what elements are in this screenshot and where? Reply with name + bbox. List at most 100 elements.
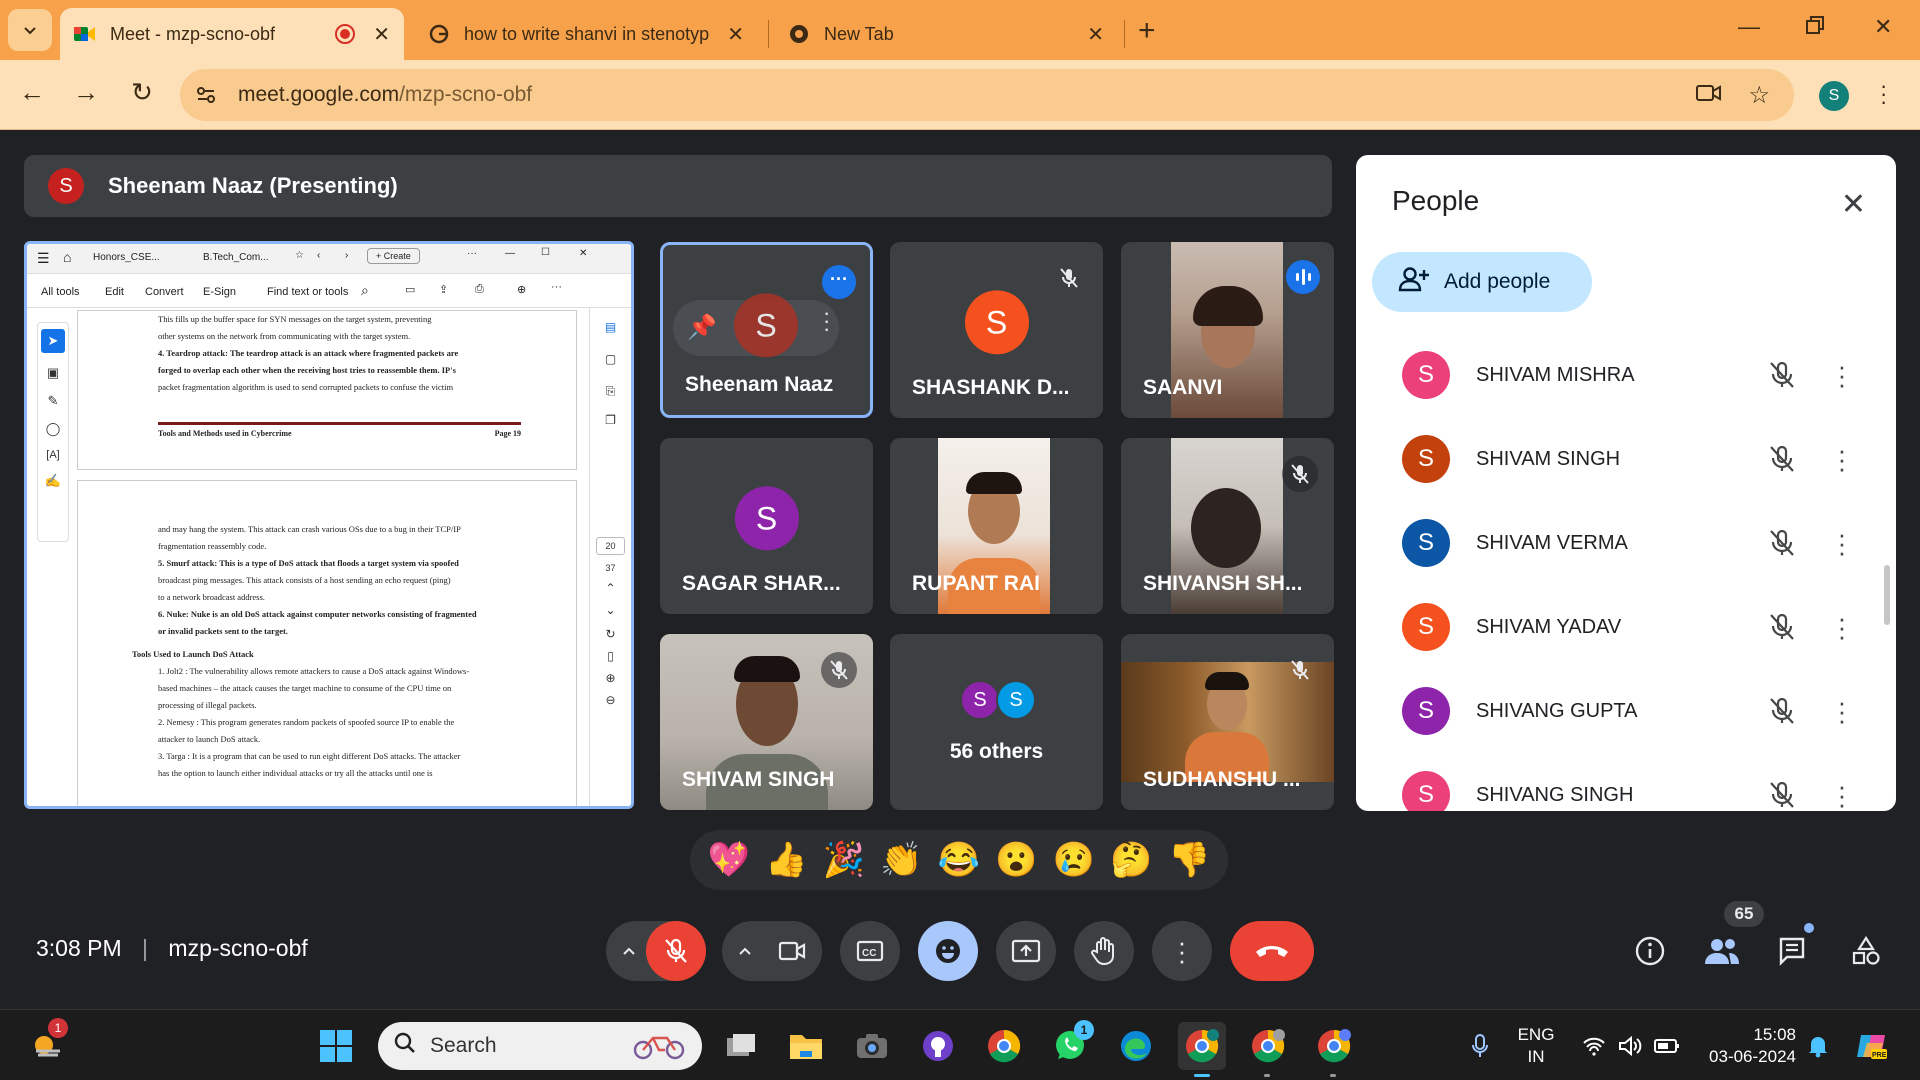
sparkling-heart-reaction[interactable]: 💖 — [708, 843, 750, 877]
reactions-button[interactable] — [918, 921, 978, 981]
more-options-icon[interactable]: · · · — [1832, 689, 1852, 733]
thumbs-down-reaction[interactable]: 👎 — [1168, 843, 1210, 877]
mic-toggle-button[interactable] — [646, 921, 706, 981]
people-list-item[interactable]: S SHIVANG SINGH · · · — [1372, 753, 1872, 811]
whatsapp-button[interactable]: 1 — [1046, 1020, 1094, 1070]
system-tray-quick-settings[interactable] — [1576, 1022, 1686, 1070]
new-tab-plus-icon[interactable]: + — [1138, 14, 1156, 48]
task-view-button[interactable] — [717, 1022, 765, 1070]
taskbar-search-box[interactable]: Search — [378, 1022, 702, 1070]
notifications-button[interactable] — [1794, 1022, 1842, 1070]
forward-arrow-icon[interactable]: → — [68, 77, 104, 108]
people-list-item[interactable]: S SHIVAM MISHRA · · · — [1372, 333, 1872, 417]
svg-text:PRE: PRE — [1872, 1052, 1887, 1059]
raise-hand-icon — [1091, 937, 1114, 966]
chat-button[interactable] — [1772, 929, 1816, 973]
leave-call-button[interactable] — [1230, 921, 1314, 981]
surprised-reaction[interactable]: 😮 — [995, 843, 1037, 877]
weather-widget[interactable]: 1 — [24, 1018, 72, 1070]
clapping-reaction[interactable]: 👏 — [880, 843, 922, 877]
people-list-item[interactable]: S SHIVAM VERMA · · · — [1372, 501, 1872, 585]
participant-tile-sagar[interactable]: S SAGAR SHAR... — [660, 438, 873, 614]
raise-hand-button[interactable] — [1074, 921, 1134, 981]
back-arrow-icon[interactable]: ← — [14, 77, 50, 108]
close-tab-icon[interactable]: ✕ — [373, 22, 390, 47]
copilot-button[interactable]: PRE — [1848, 1022, 1896, 1070]
people-list: S SHIVAM MISHRA · · · S SHIVAM SINGH · · · S… — [1356, 333, 1896, 811]
tab-meet[interactable]: Meet - mzp-scno-obf ✕ — [60, 8, 404, 60]
people-button[interactable] — [1700, 929, 1744, 973]
chrome-profile-button-2[interactable] — [1244, 1022, 1292, 1077]
participant-tile-rupant[interactable]: RUPANT RAI — [890, 438, 1103, 614]
person-avatar: S — [1402, 687, 1450, 735]
tab-google-search[interactable]: how to write shanvi in stenotyp ✕ — [414, 8, 758, 60]
close-tab-icon[interactable]: ✕ — [1087, 22, 1104, 47]
participant-tile-saanvi[interactable]: SAANVI — [1121, 242, 1334, 418]
people-list-item[interactable]: S SHIVAM YADAV · · · — [1372, 585, 1872, 669]
thinking-reaction[interactable]: 🤔 — [1110, 843, 1152, 877]
chrome-profile-button-active[interactable] — [1178, 1022, 1226, 1077]
tile-more-button[interactable]: ··· — [822, 265, 856, 299]
start-button[interactable] — [312, 1022, 360, 1070]
bookmark-star-icon[interactable]: ☆ — [1748, 81, 1770, 110]
language-indicator[interactable]: ENG IN — [1508, 1024, 1564, 1068]
edge-button[interactable] — [1112, 1022, 1160, 1070]
captions-button[interactable]: CC — [840, 921, 900, 981]
tab-search-button[interactable] — [8, 9, 52, 51]
github-button[interactable] — [914, 1022, 962, 1070]
language-code: ENG — [1517, 1025, 1555, 1044]
close-panel-icon[interactable]: ✕ — [1841, 187, 1866, 222]
crying-reaction[interactable]: 😢 — [1053, 843, 1095, 877]
presentation-screen[interactable]: ☰ ⌂ Honors_CSE... B.Tech_Com... ☆ ‹ › + … — [24, 241, 634, 809]
file-explorer-button[interactable] — [782, 1022, 830, 1070]
more-options-button[interactable]: · · · — [1152, 921, 1212, 981]
camera-toggle-button[interactable] — [762, 921, 822, 981]
participant-tile-others[interactable]: S S 56 others — [890, 634, 1103, 810]
more-options-icon[interactable]: · · · — [1832, 521, 1852, 565]
pdf-right-rail: ▤ ▢ ⎘ ❐ 20 37 ⌃ ⌄ ↻ ▯ ⊕ ⊖ — [589, 308, 631, 806]
party-popper-reaction[interactable]: 🎉 — [823, 843, 865, 877]
close-window-icon[interactable]: ✕ — [1874, 14, 1892, 40]
people-list-item[interactable]: S SHIVANG GUPTA · · · — [1372, 669, 1872, 753]
pdf-heading: Tools Used to Launch DoS Attack — [132, 649, 254, 659]
restore-icon[interactable] — [1806, 14, 1824, 40]
chat-notification-dot — [1804, 923, 1814, 933]
participant-tile-sudhanshu[interactable]: SUDHANSHU ... — [1121, 634, 1334, 810]
microphone-tray-icon[interactable] — [1456, 1022, 1504, 1070]
more-options-icon[interactable]: · · · — [1832, 605, 1852, 649]
close-tab-icon[interactable]: ✕ — [727, 22, 744, 47]
more-options-icon[interactable]: · · · — [1832, 437, 1852, 481]
thumbs-up-reaction[interactable]: 👍 — [765, 843, 807, 877]
camera-in-use-icon[interactable] — [1696, 83, 1722, 108]
site-settings-icon[interactable] — [186, 75, 226, 115]
clock[interactable]: 15:08 03-06-2024 — [1696, 1024, 1796, 1068]
chrome-profile-button-3[interactable] — [1310, 1022, 1358, 1077]
meeting-details-button[interactable] — [1628, 929, 1672, 973]
participant-tile-shashank[interactable]: S SHASHANK D... — [890, 242, 1103, 418]
omnibox[interactable]: meet.google.com/mzp-scno-obf ☆ — [180, 69, 1794, 121]
chevron-down-icon — [24, 27, 36, 35]
participant-tile-shivam-singh[interactable]: SHIVAM SINGH — [660, 634, 873, 810]
camera-app-button[interactable] — [848, 1022, 896, 1070]
tab-divider — [1124, 20, 1125, 48]
browser-menu-icon[interactable]: · · · — [1880, 75, 1890, 113]
minimize-icon[interactable]: — — [1738, 14, 1760, 40]
activities-button[interactable] — [1844, 929, 1888, 973]
pin-icon[interactable]: 📌 — [687, 313, 717, 342]
more-options-icon[interactable]: · · · — [1832, 353, 1852, 397]
chrome-icon — [988, 1029, 1021, 1063]
participant-tile-sheenam[interactable]: ··· 📌 S · · · Sheenam Naaz — [660, 242, 873, 418]
participant-tile-shivansh[interactable]: SHIVANSH SH... — [1121, 438, 1334, 614]
profile-avatar[interactable]: S — [1819, 81, 1849, 111]
people-list-scrollbar[interactable] — [1884, 565, 1890, 625]
tile-kebab-icon[interactable]: · · · — [823, 302, 830, 340]
tab-new-tab[interactable]: New Tab ✕ — [774, 8, 1118, 60]
people-list-item[interactable]: S SHIVAM SINGH · · · — [1372, 417, 1872, 501]
laughing-reaction[interactable]: 😂 — [938, 843, 980, 877]
present-button[interactable] — [996, 921, 1056, 981]
participant-name: SAGAR SHAR... — [682, 572, 841, 595]
reload-icon[interactable]: ↻ — [124, 77, 160, 108]
chrome-button[interactable] — [980, 1022, 1028, 1070]
more-options-icon[interactable]: · · · — [1832, 773, 1852, 812]
add-people-button[interactable]: Add people — [1372, 252, 1592, 312]
